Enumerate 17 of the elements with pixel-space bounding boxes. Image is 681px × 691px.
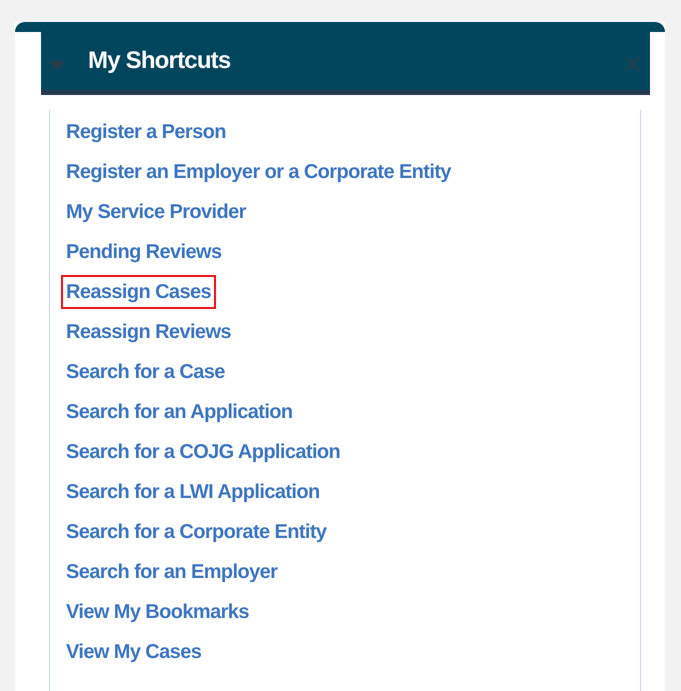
shortcut-link[interactable]: View My Bookmarks xyxy=(61,595,254,629)
shortcut-link[interactable]: Search for a LWI Application xyxy=(61,475,325,509)
shortcut-link[interactable]: View My Cases xyxy=(61,635,206,669)
shortcut-link[interactable]: Search for an Employer xyxy=(61,555,282,589)
shortcut-link[interactable]: Search for an Application xyxy=(61,395,298,429)
shortcut-link[interactable]: Register an Employer or a Corporate Entity xyxy=(61,155,456,189)
close-icon[interactable] xyxy=(626,57,640,71)
shortcut-link[interactable]: Pending Reviews xyxy=(61,235,226,269)
caret-down-icon[interactable] xyxy=(49,60,65,70)
shortcut-link[interactable]: Search for a Case xyxy=(61,355,230,389)
shortcut-link[interactable]: Search for a COJG Application xyxy=(61,435,346,469)
shortcut-link[interactable]: My Service Provider xyxy=(61,195,251,229)
shortcut-link[interactable]: Reassign Reviews xyxy=(61,315,236,349)
shortcut-link[interactable]: Reassign Cases xyxy=(61,275,216,309)
shortcut-link[interactable]: Register a Person xyxy=(61,115,231,149)
panel-title: My Shortcuts xyxy=(88,47,232,75)
shortcut-link[interactable]: Search for a Corporate Entity xyxy=(61,515,332,549)
